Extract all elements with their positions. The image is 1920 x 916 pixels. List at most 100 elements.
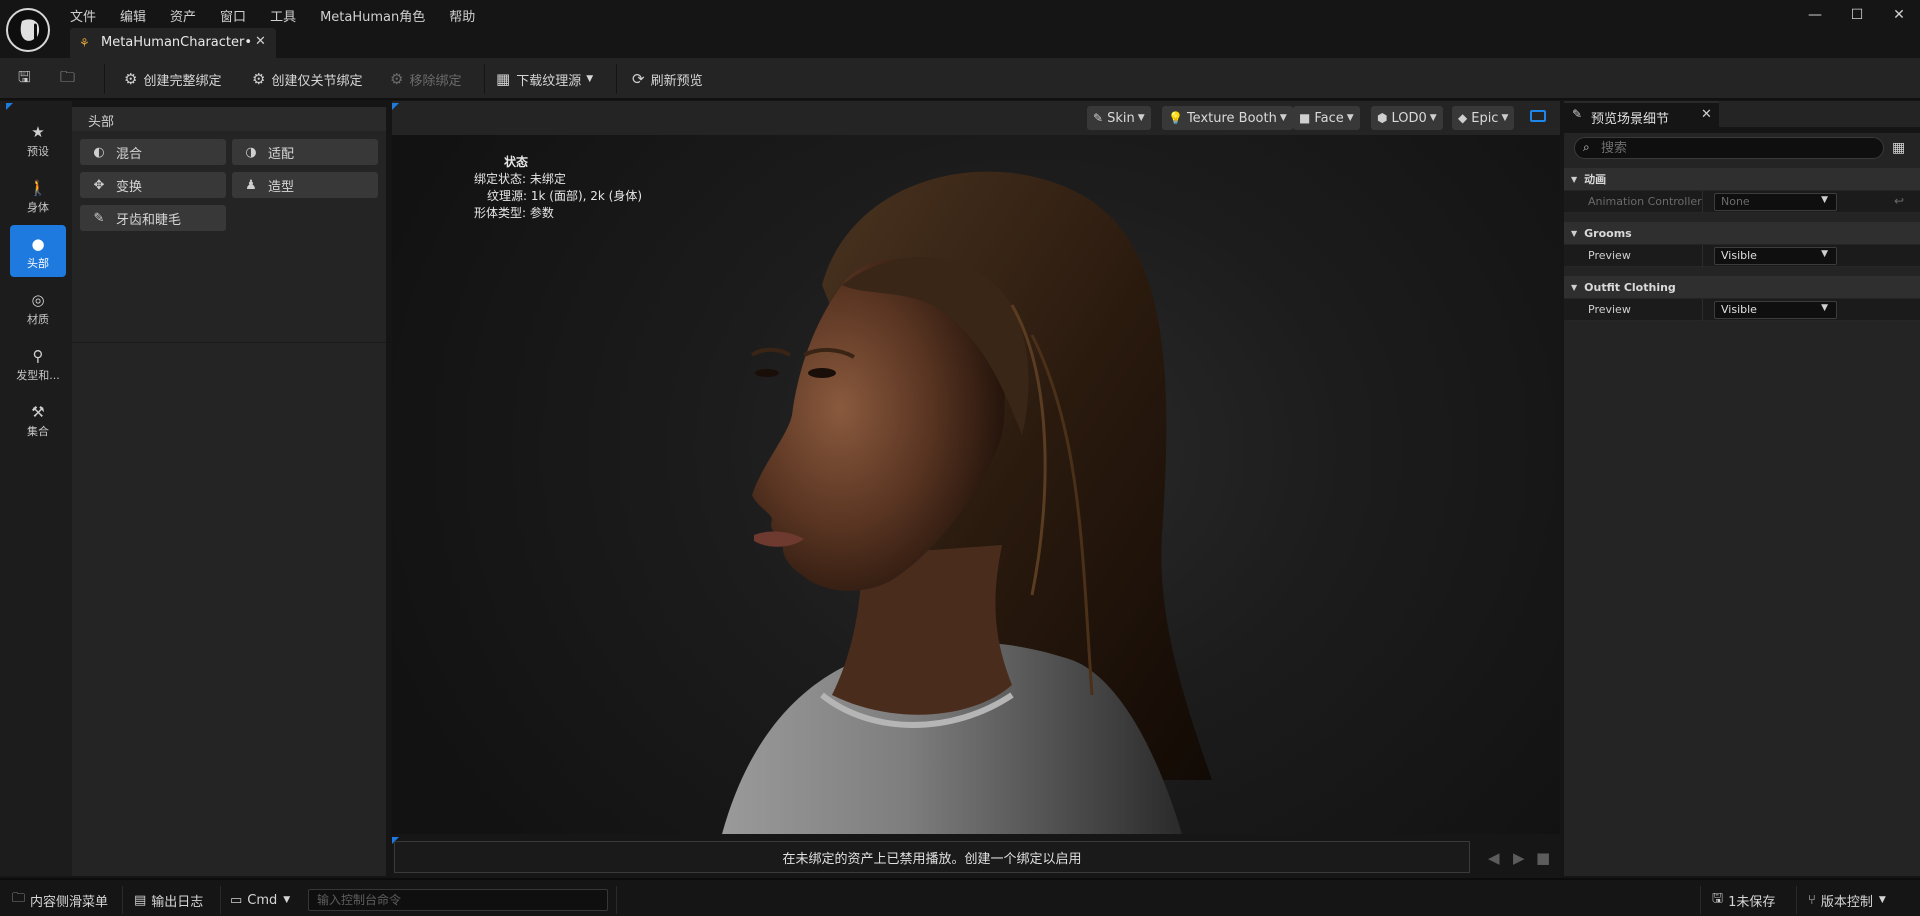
refresh-preview-button[interactable]: ⟳ 刷新预览 bbox=[632, 67, 703, 91]
outfit-preview-select[interactable]: Visible ▼ bbox=[1714, 301, 1837, 319]
nav-body[interactable]: 🚶 身体 bbox=[10, 169, 66, 221]
close-window-button[interactable]: ✕ bbox=[1878, 0, 1920, 30]
prop-name: Preview bbox=[1588, 303, 1631, 316]
cmd-dropdown[interactable]: ▭ Cmd ▼ bbox=[230, 889, 290, 911]
diamond-icon: ◆ bbox=[1458, 111, 1468, 125]
nav-material[interactable]: ◎ 材质 bbox=[10, 281, 66, 333]
tool-transform-button[interactable]: ✥ 变换 bbox=[80, 172, 226, 198]
title-bar: 文件 编辑 资产 窗口 工具 MetaHuman角色 帮助 — ☐ ✕ ⚘ Me… bbox=[0, 0, 1920, 58]
create-full-rig-button[interactable]: ⚙ 创建完整绑定 bbox=[124, 67, 221, 91]
details-search[interactable]: ⌕ bbox=[1574, 137, 1884, 159]
menu-tools[interactable]: 工具 bbox=[270, 4, 308, 26]
prop-name: Preview bbox=[1588, 249, 1631, 262]
skin-dropdown[interactable]: ✎ Skin ▼ bbox=[1087, 106, 1151, 130]
content-drawer-button[interactable]: 🗀 内容侧滑菜单 bbox=[12, 889, 108, 911]
joint-rig-icon: ⚙ bbox=[252, 70, 266, 88]
grooms-preview-select[interactable]: Visible ▼ bbox=[1714, 247, 1837, 265]
tool-blend-button[interactable]: ◐ 混合 bbox=[80, 139, 226, 165]
output-log-label: 输出日志 bbox=[151, 894, 204, 910]
head-icon: ● bbox=[31, 235, 45, 253]
mode-sidebar: ★ 预设 🚶 身体 ● 头部 ◎ 材质 ⚲ 发型和... ⚒ 集合 bbox=[0, 101, 72, 876]
section-animation[interactable]: ▼ 动画 bbox=[1564, 168, 1920, 190]
head-tools-grid: ◐ 混合 ◑ 适配 ✥ 变换 ♟ 造型 ✎ 牙齿和睫毛 bbox=[72, 131, 386, 343]
menu-file[interactable]: 文件 bbox=[70, 4, 108, 26]
menu-asset[interactable]: 资产 bbox=[170, 4, 208, 26]
download-textures-button[interactable]: ▦ 下载纹理源 ▼ bbox=[496, 67, 593, 91]
nav-presets[interactable]: ★ 预设 bbox=[10, 113, 66, 165]
lightbulb-icon: 💡 bbox=[1168, 111, 1183, 125]
lod-dropdown[interactable]: ⬢ LOD0 ▼ bbox=[1371, 106, 1443, 130]
nav-hair-and-clothing[interactable]: ⚲ 发型和... bbox=[10, 337, 66, 389]
document-tab[interactable]: ⚘ MetaHumanCharacter• ✕ bbox=[70, 28, 276, 58]
stop-icon[interactable]: ■ bbox=[1536, 849, 1550, 867]
maximize-button[interactable]: ☐ bbox=[1836, 0, 1878, 30]
tool-teeth-lashes-button[interactable]: ✎ 牙齿和睫毛 bbox=[80, 205, 226, 231]
hair-icon: ⚲ bbox=[32, 347, 44, 365]
table-view-icon[interactable]: ▦ bbox=[1892, 140, 1905, 156]
tool-blend-label: 混合 bbox=[116, 146, 143, 162]
refresh-icon: ⟳ bbox=[632, 70, 645, 88]
details-tab[interactable]: ✎ 预览场景细节 ✕ bbox=[1564, 101, 1719, 127]
unsaved-button[interactable]: 🖫 1未保存 bbox=[1712, 889, 1775, 911]
camera-dropdown[interactable]: ■ Face ▼ bbox=[1293, 106, 1360, 130]
sculpt-icon: ♟ bbox=[245, 177, 257, 193]
source-control-button[interactable]: ⑂ 版本控制 ▼ bbox=[1808, 889, 1886, 911]
metahuman-asset-icon: ⚘ bbox=[79, 36, 90, 50]
lighting-dropdown[interactable]: 💡 Texture Booth ▼ bbox=[1162, 106, 1293, 130]
details-tab-label: 预览场景细节 bbox=[1591, 112, 1670, 127]
menu-metahuman-character[interactable]: MetaHuman角色 bbox=[320, 4, 437, 26]
status-bar: 🗀 内容侧滑菜单 ▤输出日志 ▭Cmd ▼ 🖫 1未保存 ⑂版本控制 ▼ bbox=[0, 878, 1920, 916]
lighting-label: Texture Booth bbox=[1186, 110, 1277, 126]
animation-controller-select[interactable]: None ▼ bbox=[1714, 193, 1837, 211]
play-reverse-icon[interactable]: ◀ bbox=[1488, 849, 1500, 867]
head-panel-header: 头部 bbox=[72, 107, 386, 131]
output-log-button[interactable]: ▤ 输出日志 bbox=[134, 889, 203, 911]
chevron-down-icon: ▼ bbox=[1279, 113, 1287, 123]
section-outfit-title: Outfit Clothing bbox=[1584, 280, 1676, 294]
close-tab-icon[interactable]: ✕ bbox=[255, 34, 266, 49]
reset-arrow-icon[interactable]: ↩ bbox=[1894, 194, 1904, 208]
details-search-input[interactable] bbox=[1601, 140, 1871, 156]
create-joint-rig-label: 创建仅关节绑定 bbox=[271, 73, 363, 89]
play-icon[interactable]: ▶ bbox=[1513, 849, 1525, 867]
source-control-label: 版本控制 bbox=[1820, 894, 1873, 910]
corner-marker bbox=[6, 103, 13, 110]
minimize-button[interactable]: — bbox=[1794, 0, 1836, 30]
metahuman-character-image bbox=[722, 171, 1212, 834]
section-grooms[interactable]: ▼ Grooms bbox=[1564, 222, 1920, 244]
refresh-preview-label: 刷新预览 bbox=[650, 73, 703, 89]
section-outfit-clothing[interactable]: ▼ Outfit Clothing bbox=[1564, 276, 1920, 298]
main-toolbar: 🖫 🗀 ⚙ 创建完整绑定 ⚙ 创建仅关节绑定 ⚙ 移除绑定 ▦ 下载纹理源 ▼ ⟳ 刷新预… bbox=[0, 58, 1920, 100]
nav-assembly[interactable]: ⚒ 集合 bbox=[10, 393, 66, 445]
create-joint-rig-button[interactable]: ⚙ 创建仅关节绑定 bbox=[252, 67, 362, 91]
console-command-input[interactable] bbox=[309, 890, 607, 910]
save-button[interactable]: 🖫 bbox=[18, 67, 37, 91]
hammer-icon: ⚒ bbox=[31, 403, 45, 421]
camera-icon: ■ bbox=[1299, 111, 1311, 125]
unreal-logo-icon[interactable] bbox=[6, 8, 50, 52]
character-render[interactable]: 状态 绑定状态: 未绑定 纹理源: 1k (面部), 2k (身体) 形体类型:… bbox=[392, 135, 1560, 834]
browse-asset-button[interactable]: 🗀 bbox=[60, 67, 81, 91]
blend-icon: ◐ bbox=[93, 144, 105, 160]
brush-icon: ✎ bbox=[93, 210, 105, 226]
chevron-down-icon: ▼ bbox=[1501, 113, 1509, 123]
tool-sculpt-button[interactable]: ♟ 造型 bbox=[232, 172, 378, 198]
content-drawer-label: 内容侧滑菜单 bbox=[30, 894, 109, 910]
download-textures-label: 下载纹理源 bbox=[516, 73, 582, 89]
chevron-down-icon: ▼ bbox=[283, 895, 291, 905]
details-tab-strip bbox=[1564, 127, 1920, 133]
select-value: Visible bbox=[1721, 249, 1757, 262]
toolbar-divider bbox=[104, 64, 105, 94]
remove-rig-icon: ⚙ bbox=[390, 70, 404, 88]
tool-conform-button[interactable]: ◑ 适配 bbox=[232, 139, 378, 165]
menu-help[interactable]: 帮助 bbox=[449, 4, 487, 26]
chevron-down-icon: ▼ bbox=[1429, 113, 1437, 123]
keyboard-icon[interactable] bbox=[1530, 110, 1546, 122]
remove-rig-button[interactable]: ⚙ 移除绑定 bbox=[390, 67, 461, 91]
console-command-field[interactable] bbox=[308, 889, 608, 911]
close-tab-icon[interactable]: ✕ bbox=[1701, 107, 1712, 122]
menu-edit[interactable]: 编辑 bbox=[120, 4, 158, 26]
menu-window[interactable]: 窗口 bbox=[220, 4, 258, 26]
quality-dropdown[interactable]: ◆ Epic ▼ bbox=[1452, 106, 1515, 130]
nav-head[interactable]: ● 头部 bbox=[10, 225, 66, 277]
